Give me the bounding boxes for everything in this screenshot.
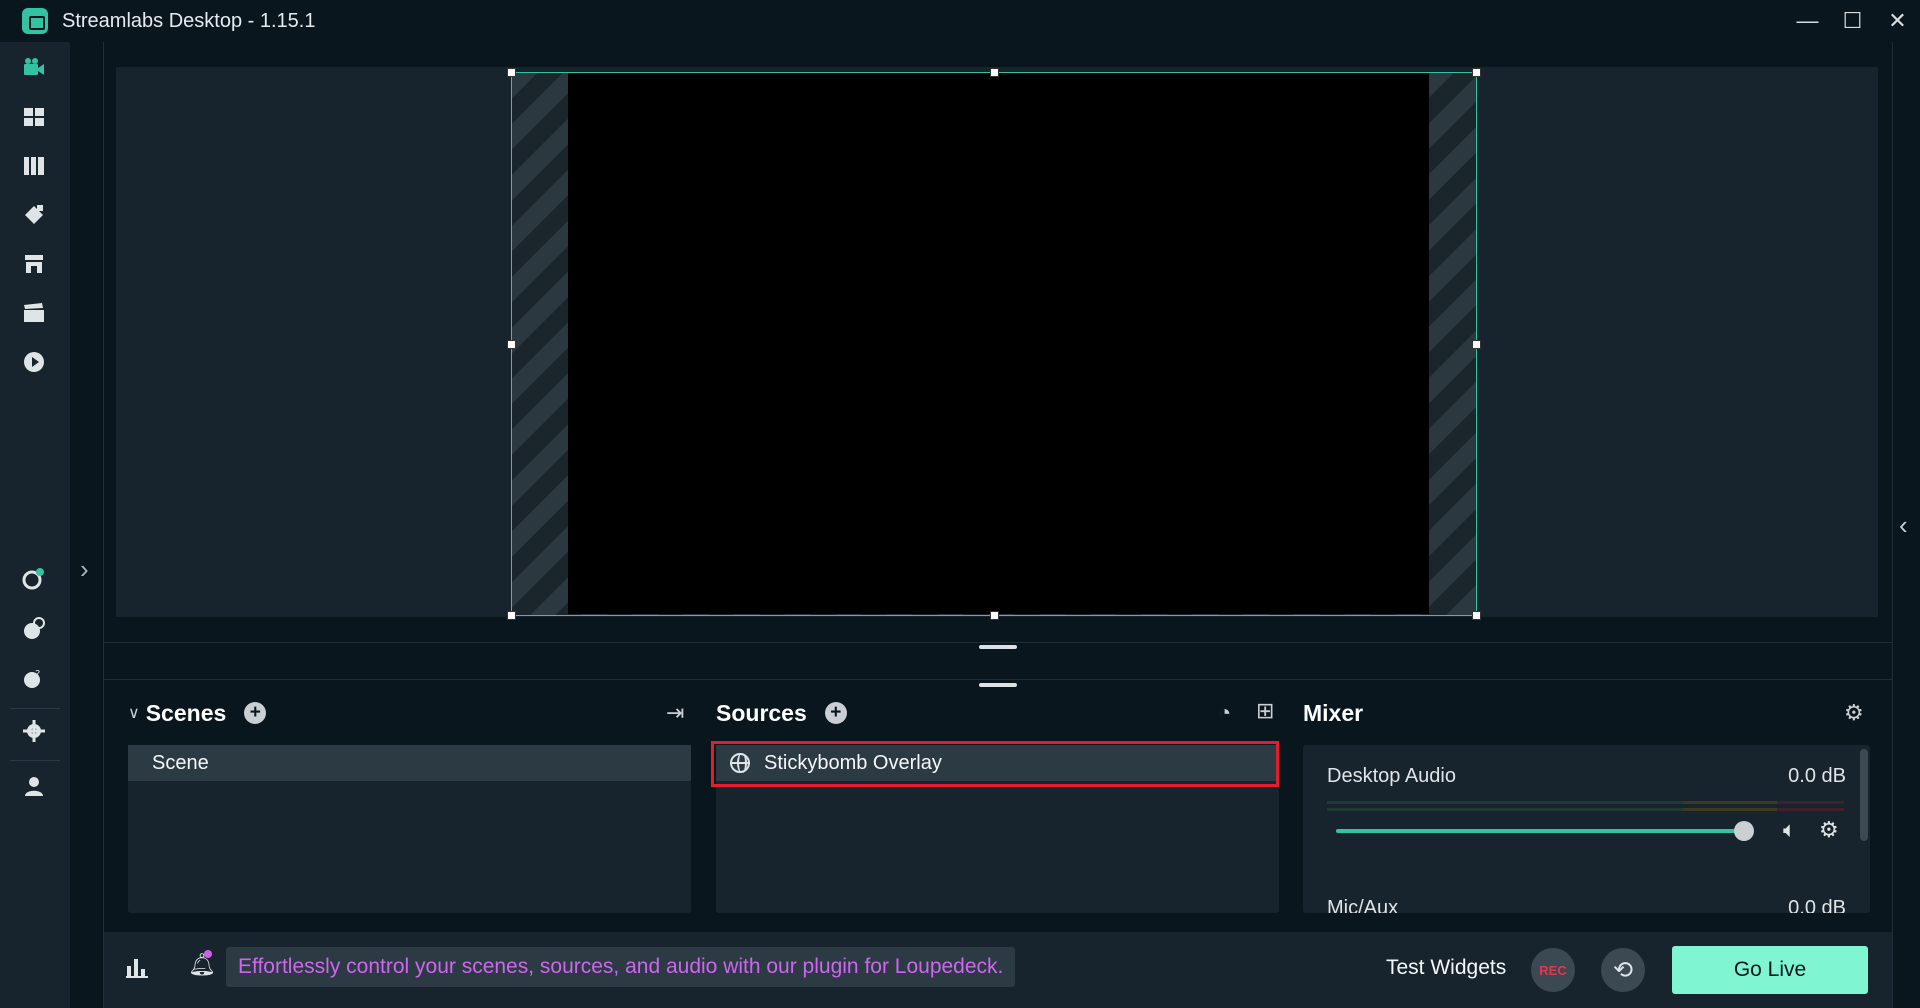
chevron-left-icon[interactable]: ‹ [1899,510,1908,541]
resize-handle[interactable] [507,611,516,620]
scene-collection-strip: › [70,42,104,1008]
gear-icon[interactable] [20,717,48,745]
left-nav: ? [0,42,70,1008]
loupedeck-promo-banner[interactable]: Effortlessly control your scenes, source… [226,947,1016,987]
user-icon[interactable] [20,772,48,800]
mixer-panel: Desktop Audio 0.0 dB 🔈︎ ⚙ Mic/Aux 0.0 dB [1303,745,1870,913]
resize-handle[interactable] [1472,611,1481,620]
mixer-scrollbar[interactable] [1860,749,1868,841]
replay-buffer-icon[interactable]: ⟲ [1601,948,1645,992]
record-button[interactable]: REC [1531,948,1575,992]
mixer-title: Mixer [1303,699,1364,726]
bar-chart-icon[interactable] [126,956,148,983]
mixer-channel-db: 0.0 dB [1788,765,1846,787]
divider [104,642,1892,643]
editor-main: ∨ Scenes + ⇥ Scene Sources + ◔ ⊞ Stickyb… [104,42,1892,1008]
play-circle-icon[interactable] [20,348,48,376]
selective-recording-icon[interactable]: ◔ [1218,700,1231,726]
volume-slider-track[interactable] [1336,829,1744,833]
scenes-list: Scene [128,745,691,913]
mixer-channel-db: 0.0 dB [1788,897,1846,913]
chat-icon[interactable] [20,615,48,643]
svg-text:?: ? [35,669,40,680]
gear-icon[interactable]: ⚙ [1819,817,1839,843]
video-camera-icon[interactable] [20,54,48,82]
help-icon[interactable]: ? [20,664,48,692]
title-bar: Streamlabs Desktop - 1.15.1 — ☐ ✕ [0,0,1920,42]
paint-palette-icon[interactable] [20,201,48,229]
resize-handle[interactable] [507,340,516,349]
add-source-button[interactable]: + [824,702,847,724]
mixer-settings-gear-icon[interactable]: ⚙ [1844,700,1864,726]
layout-grid-icon[interactable] [20,103,48,131]
audio-level-meter [1327,801,1844,804]
store-icon[interactable] [20,250,48,278]
dashboard-icon[interactable] [20,565,48,593]
window-controls: — ☐ ✕ [1785,0,1920,42]
right-panel-strip: ‹ [1892,42,1920,1008]
mixer-channel-name: Desktop Audio [1327,765,1456,787]
clapperboard-icon[interactable] [20,299,48,327]
scene-transitions-icon[interactable]: ⇥ [666,700,684,726]
columns-icon[interactable] [20,152,48,180]
resize-handle[interactable] [507,68,516,77]
chevron-right-icon[interactable]: › [80,554,89,585]
footer-bar: 🔔︎ Effortlessly control your scenes, sou… [104,932,1892,1008]
nav-separator [10,760,60,761]
bell-icon[interactable]: 🔔︎ [188,952,216,978]
scenes-header: ∨ Scenes + [128,698,267,728]
test-widgets-button[interactable]: Test Widgets [1386,956,1506,980]
minimize-button[interactable]: — [1785,0,1830,42]
studio-canvas[interactable] [507,68,1481,620]
sources-header: Sources + [716,698,847,728]
resize-handle[interactable] [1472,340,1481,349]
nav-separator [10,708,60,709]
scene-item-label: Scene [152,751,209,774]
resize-handle[interactable] [1472,68,1481,77]
resize-drag-bar[interactable] [979,645,1017,649]
scenes-title: Scenes [145,699,227,726]
audio-level-meter [1327,808,1844,811]
resize-drag-bar[interactable] [979,683,1017,687]
go-live-button[interactable]: Go Live [1672,946,1868,994]
source-highlight-box [711,741,1279,787]
sources-title: Sources [716,699,807,726]
streamlabs-logo-icon [22,8,48,34]
scene-item[interactable]: Scene [128,745,691,781]
canvas-source-content [568,73,1429,614]
mixer-channel-name: Mic/Aux [1327,897,1399,913]
add-scene-button[interactable]: + [244,702,267,724]
resize-handle[interactable] [990,68,999,77]
volume-slider-knob[interactable] [1734,821,1754,841]
sources-list: Stickybomb Overlay [711,741,1279,913]
add-folder-icon[interactable]: ⊞ [1256,698,1274,724]
close-button[interactable]: ✕ [1875,0,1920,42]
divider [104,679,1892,680]
maximize-button[interactable]: ☐ [1830,0,1875,42]
chevron-down-icon[interactable]: ∨ [128,703,140,723]
resize-handle[interactable] [990,611,999,620]
mixer-header: Mixer [1303,698,1363,728]
notification-dot [204,950,212,958]
window-title: Streamlabs Desktop - 1.15.1 [62,9,316,32]
speaker-icon[interactable]: 🔈︎ [1783,817,1796,843]
